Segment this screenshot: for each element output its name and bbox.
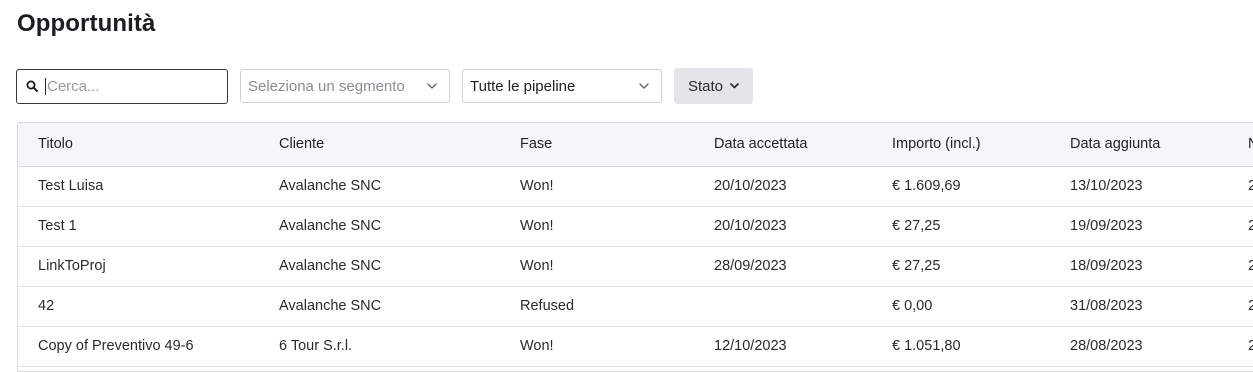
table-row[interactable]: Copy of Preventivo 49-6 6 Tour S.r.l. Wo… [18, 326, 1253, 367]
search-icon [25, 79, 39, 93]
cell-truncated: 2 [1228, 166, 1253, 207]
cell-data-accettata: 28/09/2023 [694, 246, 872, 287]
cell-cliente: Avalanche SNC [259, 206, 500, 247]
cell-truncated: 2 [1228, 326, 1253, 367]
cell-data-aggiunta: 13/10/2023 [1050, 166, 1228, 207]
column-header-importo[interactable]: Importo (incl.) [872, 123, 1050, 167]
cell-fase: Won! [500, 246, 694, 287]
cell-data-aggiunta: 28/08/2023 [1050, 326, 1228, 367]
pipeline-select-value: Tutte le pipeline [470, 77, 576, 95]
table-row[interactable]: 42 Avalanche SNC Refused € 0,00 31/08/20… [18, 286, 1253, 327]
cell-titolo: Test 1 [18, 206, 259, 247]
table-row[interactable]: Test 1 Avalanche SNC Won! 20/10/2023 € 2… [18, 206, 1253, 247]
segment-select-placeholder: Seleziona un segmento [248, 77, 405, 95]
chevron-down-icon [730, 83, 739, 89]
cell-fase: Won! [500, 206, 694, 247]
opportunities-table: Titolo Cliente Fase Data accettata Impor… [17, 122, 1253, 372]
cell-data-aggiunta: 31/08/2023 [1050, 286, 1228, 327]
cell-fase: Won! [500, 166, 694, 207]
column-header-cliente[interactable]: Cliente [259, 123, 500, 167]
cell-cliente: 6 Tour S.r.l. [259, 326, 500, 367]
cell-truncated: 2 [1228, 206, 1253, 247]
cell-fase: Won! [500, 326, 694, 367]
table-row[interactable]: Test Luisa Avalanche SNC Won! 20/10/2023… [18, 166, 1253, 207]
cell-importo: € 0,00 [872, 286, 1050, 327]
search-input[interactable] [45, 77, 217, 95]
cell-data-accettata: 20/10/2023 [694, 206, 872, 247]
cell-importo: € 27,25 [872, 246, 1050, 287]
pipeline-select[interactable]: Tutte le pipeline [462, 69, 662, 103]
cell-cliente: Avalanche SNC [259, 166, 500, 207]
cell-importo: € 1.051,80 [872, 326, 1050, 367]
cell-titolo: Copy of Preventivo 49-6 [18, 326, 259, 367]
stato-filter-button[interactable]: Stato [674, 68, 753, 104]
cell-titolo: Test Luisa [18, 166, 259, 207]
cell-importo: € 1.609,69 [872, 166, 1050, 207]
page-title: Opportunità [17, 10, 156, 37]
cell-importo: € 27,25 [872, 206, 1050, 247]
cell-truncated: 2 [1228, 246, 1253, 287]
column-header-truncated[interactable]: N [1228, 123, 1253, 167]
table-row[interactable]: LinkToProj Avalanche SNC Won! 28/09/2023… [18, 246, 1253, 287]
filter-toolbar: Seleziona un segmento Tutte le pipeline … [16, 68, 753, 104]
cell-titolo: 42 [18, 286, 259, 327]
cell-data-accettata: 20/10/2023 [694, 166, 872, 207]
cell-titolo: LinkToProj [18, 246, 259, 287]
cell-data-aggiunta: 19/09/2023 [1050, 206, 1228, 247]
column-header-titolo[interactable]: Titolo [18, 123, 259, 167]
column-header-data-accettata[interactable]: Data accettata [694, 123, 872, 167]
column-header-fase[interactable]: Fase [500, 123, 694, 167]
cell-data-aggiunta: 18/09/2023 [1050, 246, 1228, 287]
column-header-data-aggiunta[interactable]: Data aggiunta [1050, 123, 1228, 167]
cell-cliente: Avalanche SNC [259, 286, 500, 327]
cell-truncated: 2 [1228, 286, 1253, 327]
table-header-row: Titolo Cliente Fase Data accettata Impor… [18, 123, 1253, 167]
stato-button-label: Stato [687, 77, 724, 95]
cell-data-accettata: 12/10/2023 [694, 326, 872, 367]
cell-data-accettata [694, 286, 872, 327]
cell-cliente: Avalanche SNC [259, 246, 500, 287]
search-box[interactable] [16, 68, 228, 104]
chevron-down-icon [427, 83, 439, 89]
cell-fase: Refused [500, 286, 694, 327]
segment-select[interactable]: Seleziona un segmento [240, 69, 450, 103]
chevron-down-icon [639, 83, 651, 89]
